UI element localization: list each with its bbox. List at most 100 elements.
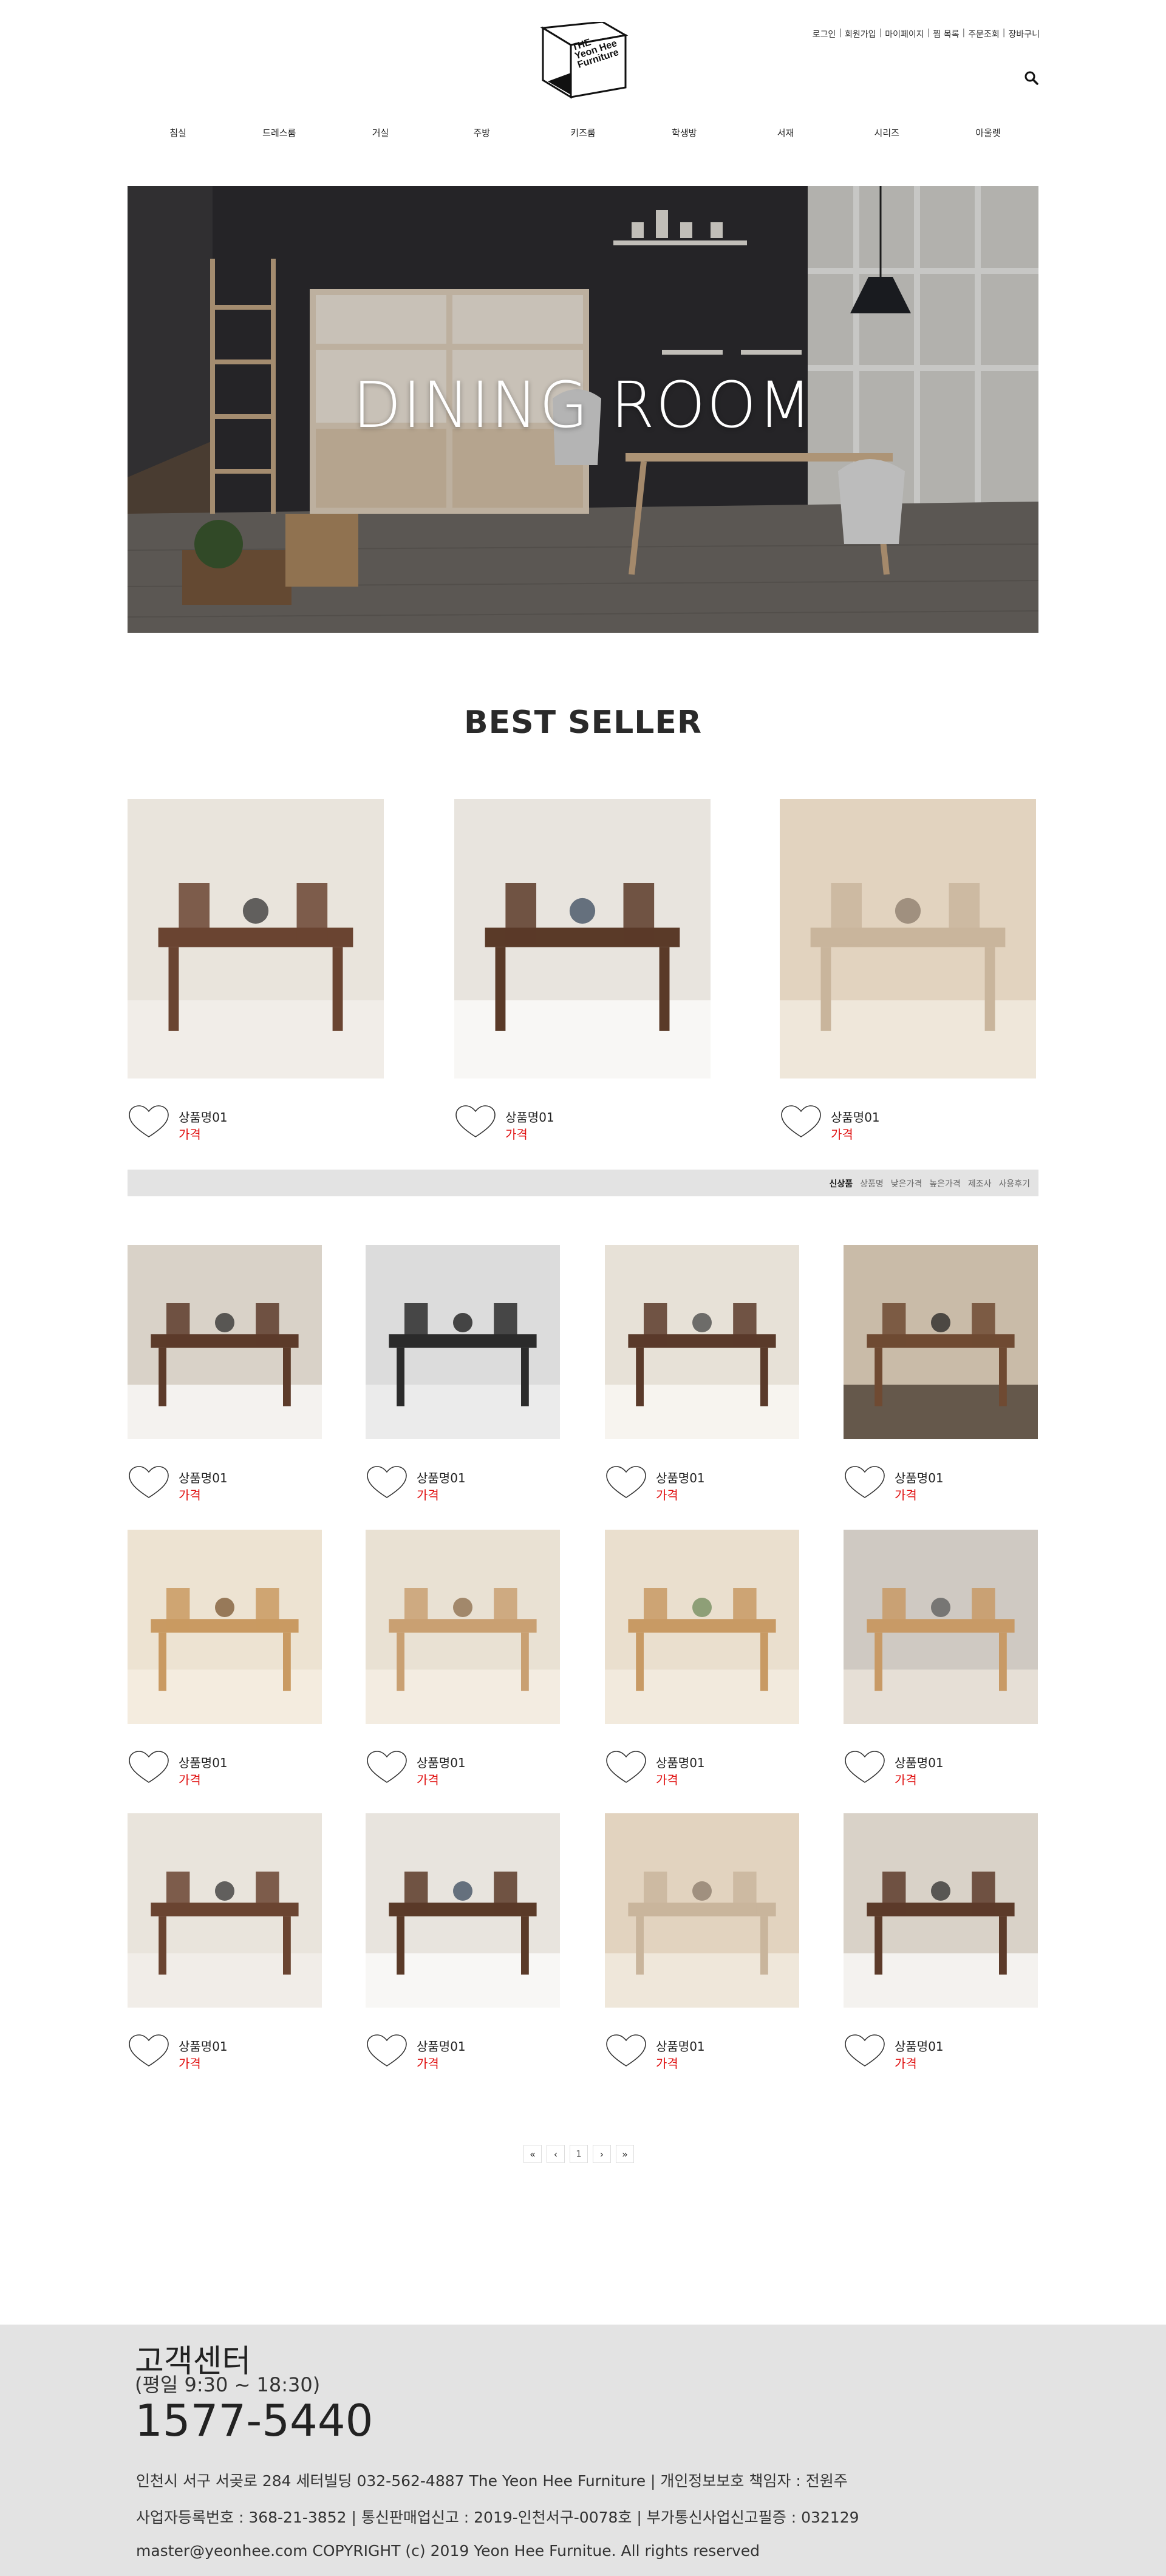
product-image[interactable]	[128, 1813, 322, 2008]
sort-high-price[interactable]: 높은가격	[929, 1177, 961, 1190]
heart-icon[interactable]	[454, 1104, 497, 1139]
heart-icon[interactable]	[605, 2033, 647, 2068]
footer-business-info: 사업자등록번호 : 368-21-3852 | 통신판매업신고 : 2019-인…	[136, 2509, 859, 2526]
product-image[interactable]	[128, 1245, 322, 1439]
nav-item-study[interactable]: 서재	[735, 126, 836, 139]
product-name[interactable]: 상품명01	[656, 2037, 705, 2054]
product-image[interactable]	[605, 1530, 799, 1724]
best-seller-card[interactable]: 상품명01 가격	[128, 799, 384, 1151]
product-card[interactable]: 상품명01 가격	[605, 1530, 799, 1797]
best-seller-image[interactable]	[454, 799, 711, 1078]
best-seller-price: 가격	[505, 1127, 528, 1142]
search-icon[interactable]	[1024, 70, 1038, 85]
product-card[interactable]: 상품명01 가격	[844, 1813, 1038, 2080]
login-link[interactable]: 로그인	[813, 28, 836, 40]
best-seller-image[interactable]	[780, 799, 1036, 1078]
sort-low-price[interactable]: 낮은가격	[891, 1177, 922, 1190]
sort-reviews[interactable]: 사용후기	[998, 1177, 1030, 1190]
best-seller-price: 가격	[179, 1127, 201, 1142]
heart-icon[interactable]	[128, 1104, 170, 1139]
heart-icon[interactable]	[128, 2033, 170, 2068]
hero-banner[interactable]: DINING ROOM	[128, 186, 1038, 633]
best-seller-card[interactable]: 상품명01 가격	[454, 799, 711, 1151]
product-card[interactable]: 상품명01 가격	[366, 1245, 560, 1512]
product-card[interactable]: 상품명01 가격	[128, 1530, 322, 1797]
heart-icon[interactable]	[605, 1465, 647, 1500]
cart-link[interactable]: 장바구니	[1008, 28, 1040, 40]
product-image[interactable]	[366, 1530, 560, 1724]
heart-icon[interactable]	[366, 2033, 408, 2068]
product-card[interactable]: 상품명01 가격	[128, 1245, 322, 1512]
heart-icon[interactable]	[605, 1750, 647, 1785]
product-card[interactable]: 상품명01 가격	[605, 1813, 799, 2080]
heart-icon[interactable]	[844, 1750, 886, 1785]
signup-link[interactable]: 회원가입	[845, 28, 876, 40]
product-name[interactable]: 상품명01	[179, 1753, 228, 1771]
footer-address: 인천시 서구 서곶로 284 세터빌딩 032-562-4887 The Yeo…	[136, 2472, 848, 2490]
best-seller-name[interactable]: 상품명01	[505, 1108, 554, 1125]
nav-item-outlet[interactable]: 아울렛	[938, 126, 1038, 139]
product-name[interactable]: 상품명01	[895, 1468, 944, 1486]
product-image[interactable]	[128, 1530, 322, 1724]
product-price: 가격	[179, 1773, 201, 1787]
hero-title: DINING ROOM	[352, 368, 814, 442]
last-page-button[interactable]: »	[616, 2145, 634, 2163]
heart-icon[interactable]	[844, 2033, 886, 2068]
product-name[interactable]: 상품명01	[417, 1468, 466, 1486]
nav-item-series[interactable]: 시리즈	[836, 126, 937, 139]
sort-maker[interactable]: 제조사	[968, 1177, 992, 1190]
heart-icon[interactable]	[844, 1465, 886, 1500]
product-price: 가격	[179, 1488, 201, 1502]
heart-icon[interactable]	[128, 1750, 170, 1785]
first-page-button[interactable]: «	[523, 2145, 542, 2163]
sort-new[interactable]: 신상품	[829, 1177, 853, 1190]
product-name[interactable]: 상품명01	[656, 1468, 705, 1486]
product-image[interactable]	[844, 1530, 1038, 1724]
product-image[interactable]	[605, 1813, 799, 2008]
nav-item-bedroom[interactable]: 침실	[128, 126, 228, 139]
product-card[interactable]: 상품명01 가격	[366, 1530, 560, 1797]
nav-item-kidsroom[interactable]: 키즈룸	[533, 126, 633, 139]
product-image[interactable]	[605, 1245, 799, 1439]
product-card[interactable]: 상품명01 가격	[844, 1245, 1038, 1512]
product-name[interactable]: 상품명01	[417, 1753, 466, 1771]
site-logo[interactable]: THE Yeon Hee Furniture	[534, 22, 632, 101]
product-card[interactable]: 상품명01 가격	[128, 1813, 322, 2080]
product-card[interactable]: 상품명01 가격	[605, 1245, 799, 1512]
product-name[interactable]: 상품명01	[895, 1753, 944, 1771]
product-price: 가격	[417, 1773, 439, 1787]
nav-item-dressroom[interactable]: 드레스룸	[229, 126, 330, 139]
heart-icon[interactable]	[128, 1465, 170, 1500]
page-number-current[interactable]: 1	[570, 2145, 588, 2163]
product-image[interactable]	[366, 1245, 560, 1439]
product-image[interactable]	[844, 1813, 1038, 2008]
heart-icon[interactable]	[366, 1750, 408, 1785]
best-seller-name[interactable]: 상품명01	[831, 1108, 880, 1125]
product-card[interactable]: 상품명01 가격	[844, 1530, 1038, 1797]
product-price: 가격	[656, 2056, 678, 2071]
product-image[interactable]	[366, 1813, 560, 2008]
best-seller-image[interactable]	[128, 799, 384, 1078]
best-seller-name[interactable]: 상품명01	[179, 1108, 228, 1125]
product-image[interactable]	[844, 1245, 1038, 1439]
sort-name[interactable]: 상품명	[860, 1177, 884, 1190]
order-lookup-link[interactable]: 주문조회	[968, 28, 1000, 40]
product-name[interactable]: 상품명01	[179, 1468, 228, 1486]
product-card[interactable]: 상품명01 가격	[366, 1813, 560, 2080]
utility-menu: 로그인 | 회원가입 | 마이페이지 | 찜 목록 | 주문조회 | 장바구니	[812, 28, 1040, 40]
product-name[interactable]: 상품명01	[179, 2037, 228, 2054]
best-seller-title: BEST SELLER	[464, 704, 702, 741]
product-name[interactable]: 상품명01	[417, 2037, 466, 2054]
best-seller-card[interactable]: 상품명01 가격	[780, 799, 1036, 1151]
heart-icon[interactable]	[780, 1104, 822, 1139]
heart-icon[interactable]	[366, 1465, 408, 1500]
nav-item-studentroom[interactable]: 학생방	[634, 126, 735, 139]
product-name[interactable]: 상품명01	[895, 2037, 944, 2054]
mypage-link[interactable]: 마이페이지	[885, 28, 924, 40]
wishlist-link[interactable]: 찜 목록	[933, 28, 959, 40]
prev-page-button[interactable]: ‹	[547, 2145, 565, 2163]
product-name[interactable]: 상품명01	[656, 1753, 705, 1771]
nav-item-livingroom[interactable]: 거실	[330, 126, 431, 139]
next-page-button[interactable]: ›	[593, 2145, 611, 2163]
nav-item-kitchen[interactable]: 주방	[431, 126, 532, 139]
